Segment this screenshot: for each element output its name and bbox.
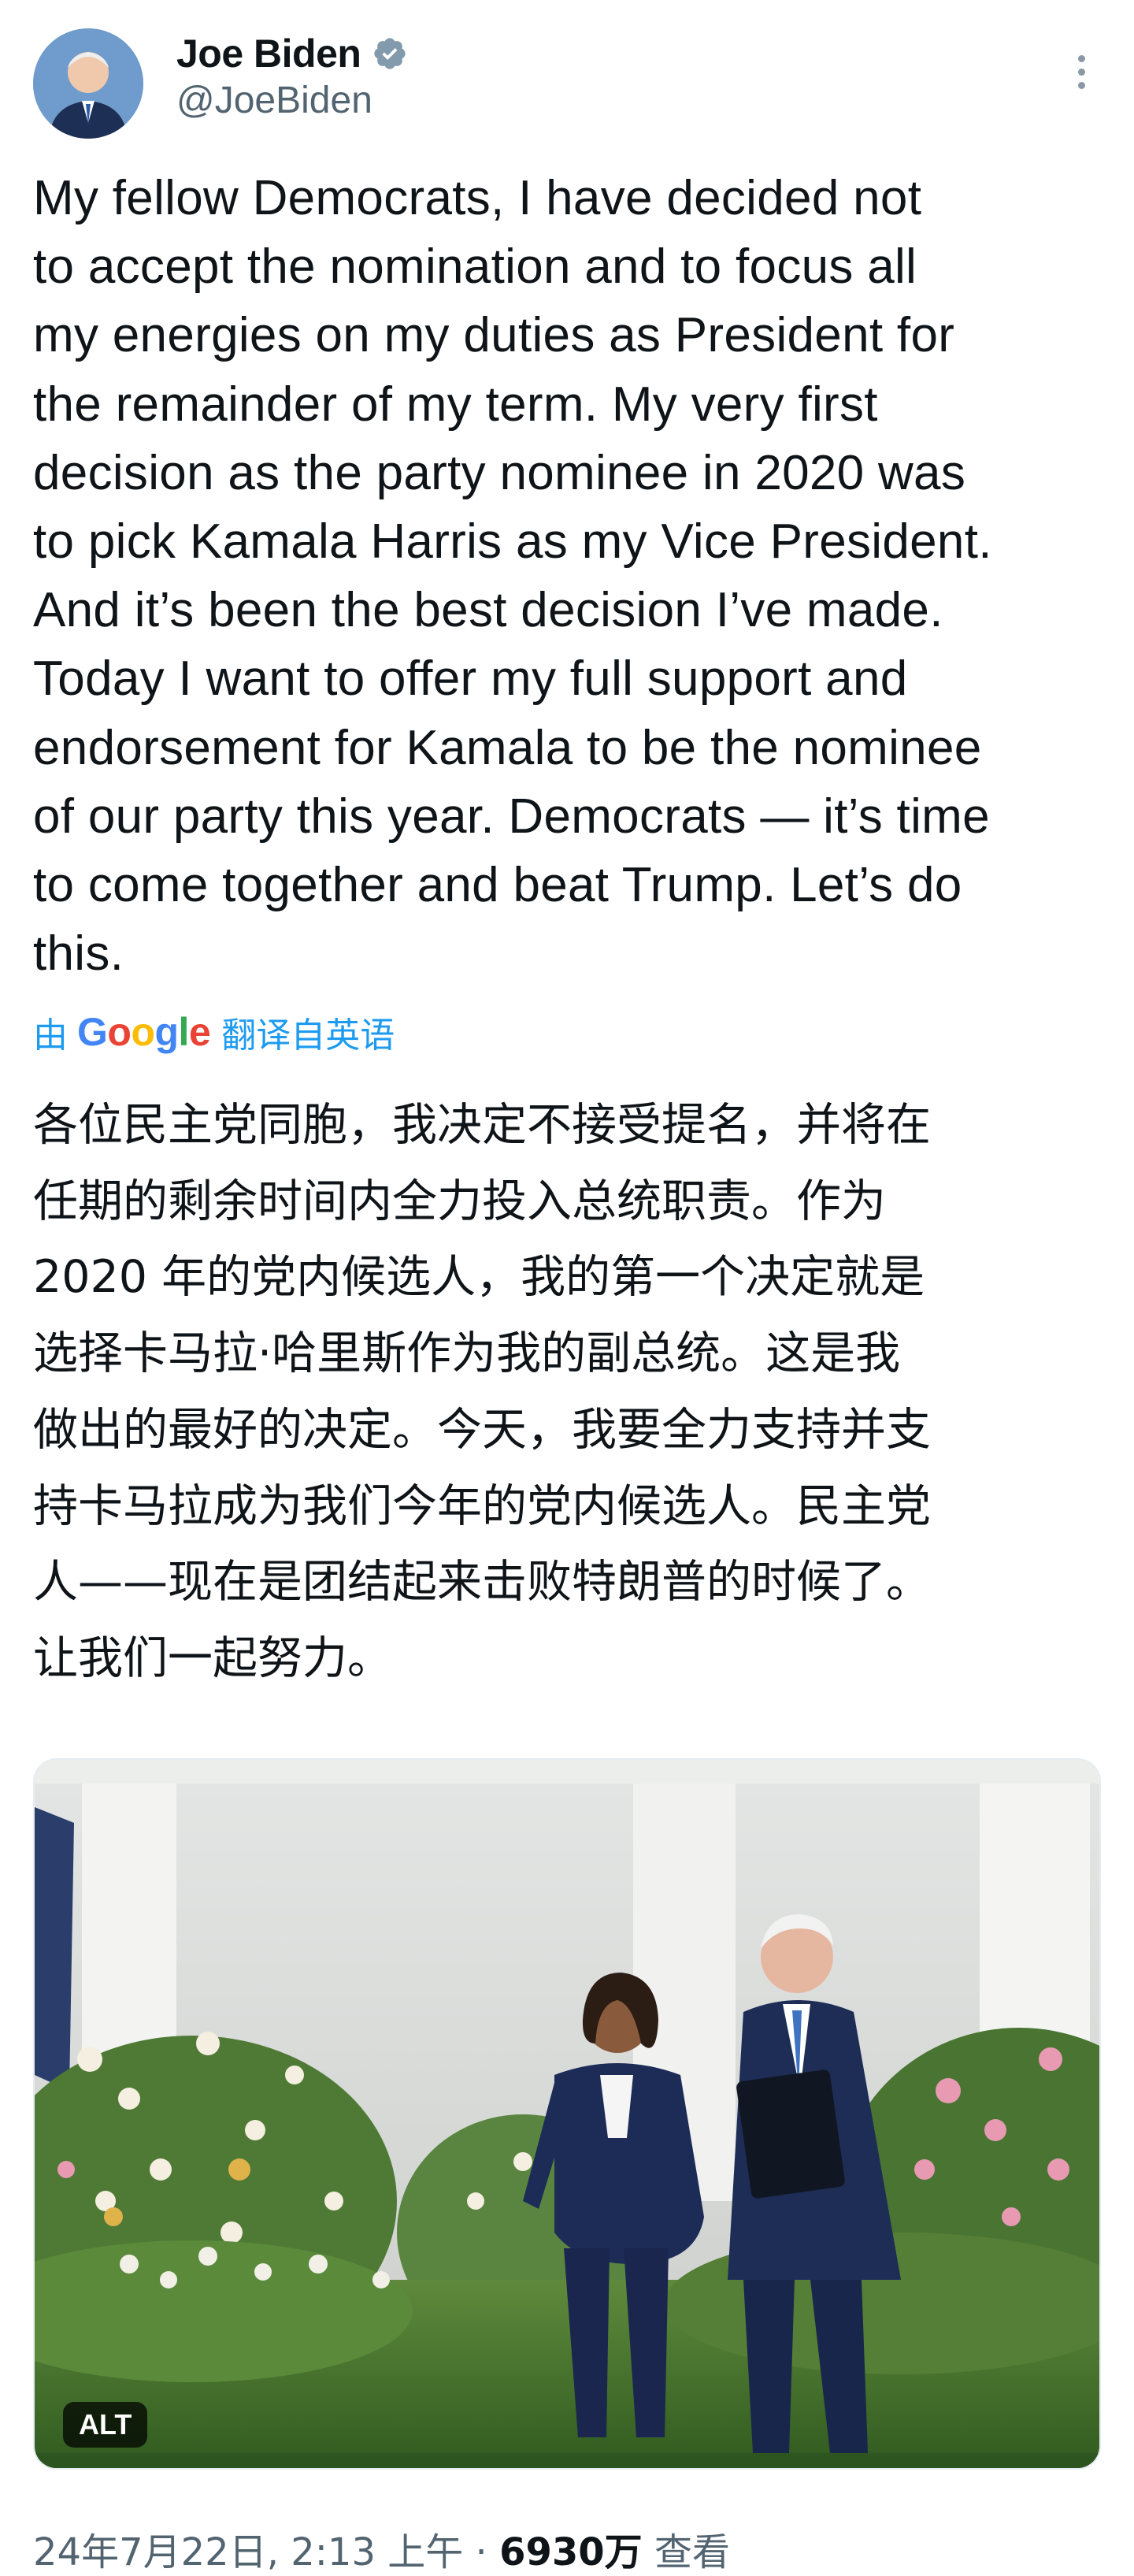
google-logo: Google (77, 1010, 211, 1054)
translated-prefix: 由 (33, 1016, 68, 1055)
display-name[interactable]: Joe Biden (176, 31, 361, 76)
avatar-photo (33, 28, 143, 139)
view-count: 6930万 (499, 2530, 643, 2574)
translated-by-google-link[interactable]: 由 Google 翻译自英语 (33, 1008, 395, 1056)
author-handle[interactable]: @JoeBiden (176, 79, 372, 122)
verified-badge-icon (374, 38, 406, 69)
views-label: 查看 (654, 2530, 730, 2574)
more-options-icon[interactable] (1065, 47, 1099, 98)
photo-illustration (35, 1760, 1099, 2468)
tweet-meta: 24年7月22日, 2:13 上午 · 6930万 查看 (33, 2521, 730, 2576)
alt-badge[interactable]: ALT (63, 2402, 148, 2448)
tweet-photo[interactable]: ALT (33, 1758, 1101, 2470)
tweet-text: My fellow Democrats, I have decided not … (33, 171, 992, 982)
translated-suffix: 翻译自英语 (221, 1016, 395, 1055)
avatar[interactable] (33, 28, 143, 139)
timestamp[interactable]: 24年7月22日, 2:13 上午 (33, 2530, 463, 2574)
tweet-translation: 各位民主党同胞，我决定不接受提名，并将在 任期的剩余时间内全力投入总统职责。作为… (33, 1099, 931, 1684)
author-name-row: Joe Biden (176, 28, 408, 79)
meta-separator: · (475, 2530, 487, 2574)
